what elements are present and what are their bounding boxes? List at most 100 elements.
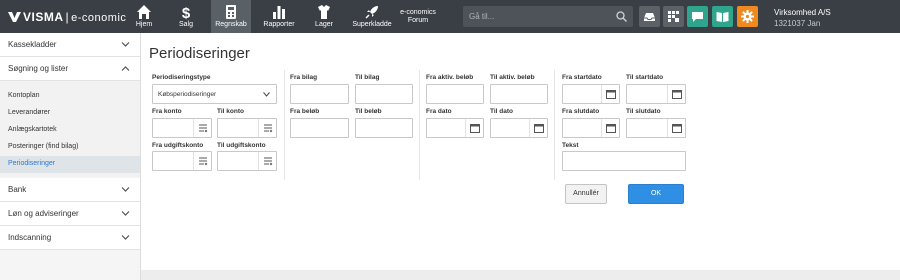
list-icon bbox=[264, 124, 273, 133]
search-icon[interactable] bbox=[616, 11, 627, 22]
sidebar: Kassekladder Søgning og lister Kontoplan… bbox=[0, 33, 140, 280]
product-name: e-conomic bbox=[71, 12, 127, 24]
book-button[interactable] bbox=[712, 6, 733, 27]
til-beloeb-field[interactable] bbox=[355, 118, 413, 138]
inbox-icon bbox=[644, 13, 655, 21]
fra-startdato-label: Fra startdato bbox=[562, 74, 602, 81]
list-icon bbox=[199, 124, 208, 133]
nav-label: Superkladde bbox=[352, 21, 392, 28]
sidebar-section-label: Løn og adviseringer bbox=[8, 209, 79, 218]
fra-konto-field[interactable] bbox=[152, 118, 212, 138]
sidebar-item-label: Leverandører bbox=[8, 109, 51, 116]
sidebar-divider bbox=[140, 33, 141, 280]
date-picker-button[interactable] bbox=[465, 119, 483, 137]
fra-beloeb-field[interactable] bbox=[290, 118, 349, 138]
sidebar-section-loen[interactable]: Løn og adviseringer bbox=[0, 202, 140, 226]
list-lookup-button[interactable] bbox=[258, 119, 276, 137]
calendar-icon bbox=[672, 90, 682, 99]
til-dato-label: Til dato bbox=[490, 108, 513, 115]
nav-regnskab[interactable]: Regnskab bbox=[211, 0, 251, 33]
chevron-down-icon bbox=[263, 92, 270, 97]
column-divider bbox=[419, 70, 420, 180]
date-picker-button[interactable] bbox=[667, 85, 685, 103]
company-info[interactable]: Virksomhed A/S 1321037 Jan bbox=[774, 7, 831, 29]
sidebar-item-periodiseringer[interactable]: Periodiseringer bbox=[0, 156, 140, 173]
nav-lager[interactable]: Lager bbox=[306, 0, 342, 33]
nav-label: Rapporter bbox=[263, 21, 295, 28]
fra-udgiftskonto-label: Fra udgiftskonto bbox=[152, 142, 204, 149]
sidebar-item-kontoplan[interactable]: Kontoplan bbox=[0, 88, 140, 105]
periodiseringstype-select[interactable]: Købsperiodiseringer bbox=[152, 84, 277, 104]
fra-dato-label: Fra dato bbox=[426, 108, 452, 115]
fra-slutdato-label: Fra slutdato bbox=[562, 108, 600, 115]
apps-icon bbox=[668, 11, 679, 22]
fra-bilag-field[interactable] bbox=[290, 84, 349, 104]
fra-aktiv-beloeb-field[interactable] bbox=[426, 84, 484, 104]
logo-separator: | bbox=[65, 10, 70, 24]
til-aktiv-beloeb-label: Til aktiv. beløb bbox=[490, 74, 535, 81]
ok-button[interactable]: OK bbox=[628, 184, 684, 204]
nav-rapporter[interactable]: Rapporter bbox=[259, 0, 299, 33]
til-startdato-field[interactable] bbox=[626, 84, 686, 104]
search-input[interactable] bbox=[463, 6, 613, 27]
sidebar-item-label: Posteringer (find bilag) bbox=[8, 143, 79, 150]
list-icon bbox=[199, 157, 208, 166]
company-name: Virksomhed A/S bbox=[774, 8, 831, 17]
visma-logo[interactable]: VISMA | e-conomic bbox=[8, 10, 126, 24]
til-konto-field[interactable] bbox=[217, 118, 277, 138]
date-picker-button[interactable] bbox=[529, 119, 547, 137]
home-icon bbox=[137, 5, 151, 19]
calendar-icon bbox=[534, 124, 544, 133]
list-lookup-button[interactable] bbox=[193, 119, 211, 137]
til-udgiftskonto-field[interactable] bbox=[217, 151, 277, 171]
nav-label: Hjem bbox=[135, 21, 153, 28]
til-slutdato-field[interactable] bbox=[626, 118, 686, 138]
calendar-icon bbox=[606, 90, 616, 99]
til-dato-field[interactable] bbox=[490, 118, 548, 138]
sidebar-section-indscanning[interactable]: Indscanning bbox=[0, 226, 140, 250]
nav-forum[interactable]: e-conomics Forum bbox=[397, 0, 439, 33]
sidebar-item-label: Kontoplan bbox=[8, 92, 40, 99]
sidebar-section-kassekladder[interactable]: Kassekladder bbox=[0, 33, 140, 57]
nav-label-forum: e-conomics Forum bbox=[397, 0, 439, 25]
search-box bbox=[463, 6, 633, 27]
sidebar-item-posteringer[interactable]: Posteringer (find bilag) bbox=[0, 139, 140, 156]
company-sub: 1321037 Jan bbox=[774, 19, 821, 28]
calendar-icon bbox=[606, 124, 616, 133]
nav-salg[interactable]: $ Salg bbox=[168, 0, 204, 33]
nav-hjem[interactable]: Hjem bbox=[126, 0, 162, 33]
list-lookup-button[interactable] bbox=[258, 152, 276, 170]
chat-button[interactable] bbox=[687, 6, 708, 27]
column-divider bbox=[554, 70, 555, 180]
apps-button[interactable] bbox=[663, 6, 684, 27]
til-bilag-field[interactable] bbox=[355, 84, 413, 104]
hanger-icon bbox=[318, 5, 330, 19]
fra-startdato-field[interactable] bbox=[562, 84, 620, 104]
settings-button[interactable] bbox=[737, 6, 758, 27]
inbox-button[interactable] bbox=[639, 6, 660, 27]
visma-v-icon bbox=[8, 12, 21, 22]
fra-dato-field[interactable] bbox=[426, 118, 484, 138]
chevron-down-icon bbox=[121, 211, 130, 216]
calendar-icon bbox=[672, 124, 682, 133]
date-picker-button[interactable] bbox=[667, 119, 685, 137]
fra-udgiftskonto-field[interactable] bbox=[152, 151, 212, 171]
fra-slutdato-field[interactable] bbox=[562, 118, 620, 138]
chevron-down-icon bbox=[121, 235, 130, 240]
sidebar-section-label: Indscanning bbox=[8, 233, 52, 242]
bar-chart-icon bbox=[273, 6, 285, 19]
cancel-button[interactable]: Annullér bbox=[565, 184, 607, 204]
sidebar-item-label: Anlægskartotek bbox=[8, 126, 57, 133]
sidebar-section-soegning[interactable]: Søgning og lister bbox=[0, 57, 140, 81]
nav-superkladde[interactable]: Superkladde bbox=[349, 0, 395, 33]
sidebar-section-bank[interactable]: Bank bbox=[0, 178, 140, 202]
til-aktiv-beloeb-field[interactable] bbox=[490, 84, 548, 104]
tekst-field[interactable] bbox=[562, 151, 686, 171]
til-slutdato-label: Til slutdato bbox=[626, 108, 661, 115]
top-bar: VISMA | e-conomic Hjem $ Salg Regnskab Rap… bbox=[0, 0, 900, 33]
list-lookup-button[interactable] bbox=[193, 152, 211, 170]
date-picker-button[interactable] bbox=[601, 85, 619, 103]
sidebar-item-leverandoerer[interactable]: Leverandører bbox=[0, 105, 140, 122]
date-picker-button[interactable] bbox=[601, 119, 619, 137]
sidebar-item-anlaegskartotek[interactable]: Anlægskartotek bbox=[0, 122, 140, 139]
